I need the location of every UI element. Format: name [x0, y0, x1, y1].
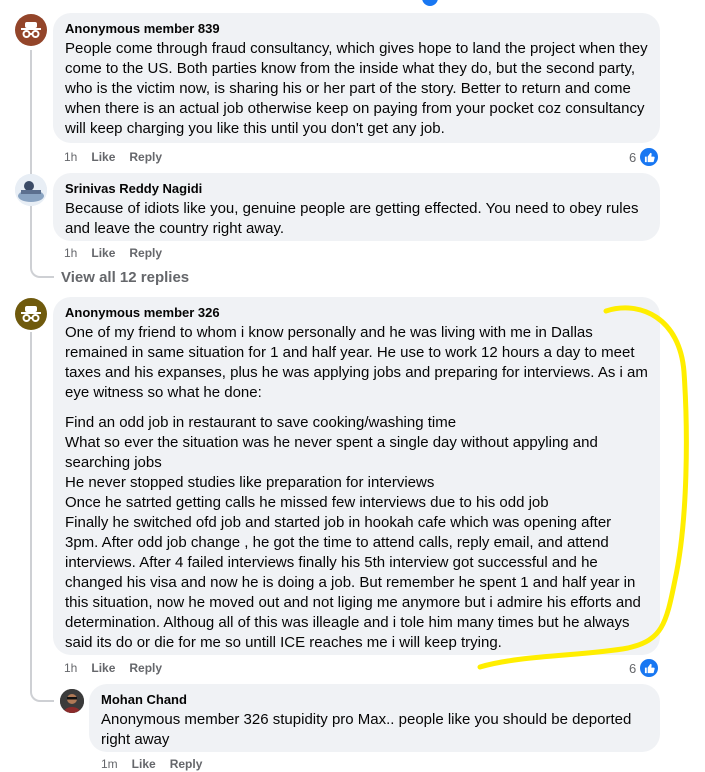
comment-bubble: Srinivas Reddy Nagidi Because of idiots …: [53, 173, 660, 241]
notification-dot: [422, 0, 438, 6]
comment-bubble: Anonymous member 839 People come through…: [53, 13, 660, 143]
incognito-icon: [21, 22, 41, 38]
profile-avatar[interactable]: [15, 174, 47, 206]
comment-author[interactable]: Anonymous member 326: [65, 305, 648, 321]
anonymous-avatar[interactable]: [15, 298, 47, 330]
comment-paragraph: Find an odd job in restaurant to save co…: [65, 414, 641, 651]
reply-button[interactable]: Reply: [129, 149, 162, 165]
incognito-icon: [21, 306, 41, 322]
reply-button[interactable]: Reply: [129, 660, 162, 676]
comment-time[interactable]: 1h: [64, 660, 77, 676]
comment-text: One of my friend to whom i know personal…: [65, 323, 648, 653]
comment-actions: 1h Like Reply: [64, 149, 162, 165]
like-button[interactable]: Like: [91, 149, 115, 165]
view-all-replies-link[interactable]: View all 12 replies: [61, 269, 189, 286]
comment-time[interactable]: 1h: [64, 245, 77, 261]
comment-actions: 1h Like Reply: [64, 660, 162, 676]
comment-author[interactable]: Mohan Chand: [101, 692, 648, 708]
profile-photo-icon: [15, 174, 47, 206]
thread-connector: [30, 216, 54, 278]
comment-bubble: Mohan Chand Anonymous member 326 stupidi…: [89, 684, 660, 752]
reaction-number: 6: [629, 149, 637, 165]
comment-time[interactable]: 1m: [101, 756, 118, 772]
like-button[interactable]: Like: [91, 245, 115, 261]
anonymous-avatar[interactable]: [15, 14, 47, 46]
like-button[interactable]: Like: [132, 756, 156, 772]
reply-button[interactable]: Reply: [170, 756, 203, 772]
reply-button[interactable]: Reply: [129, 245, 162, 261]
comment-paragraph: One of my friend to whom i know personal…: [65, 324, 648, 401]
comment-text: People come through fraud consultancy, w…: [65, 40, 648, 137]
reaction-count[interactable]: 6: [629, 147, 660, 167]
thumbs-up-icon: [639, 147, 660, 167]
comment-actions: 1h Like Reply: [64, 245, 162, 261]
thread-connector: [30, 686, 54, 702]
profile-avatar[interactable]: [60, 689, 84, 713]
profile-photo-icon: [60, 689, 84, 713]
like-button[interactable]: Like: [91, 660, 115, 676]
reaction-number: 6: [629, 660, 637, 676]
thumbs-up-icon: [639, 658, 660, 678]
comment-text: Anonymous member 326 stupidity pro Max..…: [101, 711, 632, 748]
comment-text: Because of idiots like you, genuine peop…: [65, 200, 639, 237]
comment-author[interactable]: Srinivas Reddy Nagidi: [65, 181, 648, 197]
reaction-count[interactable]: 6: [629, 658, 660, 678]
comment-bubble: Anonymous member 326 One of my friend to…: [53, 297, 660, 655]
comment-author[interactable]: Anonymous member 839: [65, 21, 648, 37]
comment-actions: 1m Like Reply: [101, 756, 202, 772]
comment-time[interactable]: 1h: [64, 149, 77, 165]
thread-line: [30, 332, 32, 688]
